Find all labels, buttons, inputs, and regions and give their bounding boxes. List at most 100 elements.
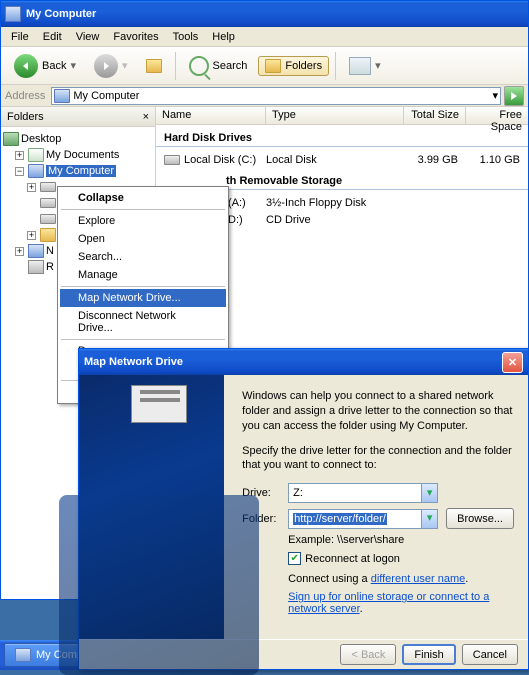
computer-icon bbox=[28, 164, 44, 178]
search-button[interactable]: Search bbox=[182, 53, 255, 79]
expand-icon[interactable]: + bbox=[15, 151, 24, 160]
folder-input[interactable]: http://server/folder/ bbox=[288, 509, 438, 529]
address-input[interactable]: My Computer ▾ bbox=[51, 87, 501, 105]
close-icon[interactable]: × bbox=[143, 111, 149, 123]
column-headers: Name Type Total Size Free Space bbox=[156, 107, 528, 125]
ctx-open[interactable]: Open bbox=[60, 230, 226, 248]
drive-select[interactable]: Z: bbox=[288, 483, 438, 503]
expand-icon[interactable]: + bbox=[15, 247, 24, 256]
separator bbox=[175, 52, 176, 80]
tree-mydocs[interactable]: +My Documents bbox=[15, 147, 153, 163]
reconnect-checkbox[interactable]: ✔ bbox=[288, 552, 301, 565]
menu-view[interactable]: View bbox=[69, 29, 107, 45]
collapse-icon[interactable]: − bbox=[15, 167, 24, 176]
menu-bar: File Edit View Favorites Tools Help bbox=[1, 27, 528, 47]
ctx-map-network-drive[interactable]: Map Network Drive... bbox=[60, 289, 226, 307]
signup-link[interactable]: Sign up for online storage or connect to… bbox=[288, 591, 489, 615]
forward-button[interactable]: ▾ bbox=[87, 51, 135, 81]
col-name[interactable]: Name bbox=[156, 107, 266, 124]
map-network-drive-dialog: Map Network Drive ✕ Windows can help you… bbox=[78, 348, 529, 670]
drive-icon bbox=[59, 495, 259, 675]
col-free[interactable]: Free Space bbox=[466, 107, 528, 124]
drive-value: Z: bbox=[293, 487, 303, 499]
different-user-link[interactable]: different user name bbox=[371, 573, 466, 585]
search-label: Search bbox=[213, 60, 248, 72]
drive-icon bbox=[164, 155, 180, 165]
toolbar: Back ▾ ▾ Search Folders ▾ bbox=[1, 47, 528, 85]
dialog-text: Windows can help you connect to a shared… bbox=[242, 389, 514, 434]
close-button[interactable]: ✕ bbox=[502, 352, 523, 373]
address-bar: Address My Computer ▾ bbox=[1, 85, 528, 107]
col-type[interactable]: Type bbox=[266, 107, 404, 124]
tree-mycomputer[interactable]: −My Computer bbox=[15, 163, 153, 179]
up-button[interactable] bbox=[139, 56, 169, 76]
recycle-icon bbox=[28, 260, 44, 274]
search-icon bbox=[189, 56, 209, 76]
folders-button[interactable]: Folders bbox=[258, 56, 329, 76]
list-item[interactable]: Local Disk (C:) Local Disk 3.99 GB 1.10 … bbox=[156, 151, 528, 168]
menu-file[interactable]: File bbox=[4, 29, 36, 45]
ctx-search[interactable]: Search... bbox=[60, 248, 226, 266]
go-button[interactable] bbox=[504, 86, 524, 106]
separator bbox=[61, 286, 225, 287]
menu-edit[interactable]: Edit bbox=[36, 29, 69, 45]
finish-button[interactable]: Finish bbox=[402, 644, 455, 665]
chevron-down-icon: ▾ bbox=[375, 59, 381, 72]
forward-icon bbox=[94, 54, 118, 78]
tree-desktop[interactable]: Desktop bbox=[3, 131, 153, 147]
desktop-icon bbox=[3, 132, 19, 146]
folders-label: Folders bbox=[285, 60, 322, 72]
titlebar[interactable]: My Computer bbox=[1, 1, 528, 27]
cancel-button[interactable]: Cancel bbox=[462, 644, 518, 665]
chevron-down-icon[interactable]: ▾ bbox=[492, 89, 498, 102]
menu-help[interactable]: Help bbox=[205, 29, 242, 45]
expand-icon[interactable]: + bbox=[27, 231, 36, 240]
documents-icon bbox=[28, 148, 44, 162]
folder-up-icon bbox=[146, 59, 162, 73]
computer-icon bbox=[5, 6, 21, 22]
chevron-down-icon bbox=[421, 484, 437, 502]
menu-tools[interactable]: Tools bbox=[166, 29, 206, 45]
folder-icon bbox=[265, 59, 281, 73]
address-value: My Computer bbox=[73, 90, 139, 102]
chevron-down-icon: ▾ bbox=[122, 59, 128, 72]
separator bbox=[335, 52, 336, 80]
drive-icon bbox=[40, 198, 56, 208]
menu-favorites[interactable]: Favorites bbox=[106, 29, 165, 45]
browse-button[interactable]: Browse... bbox=[446, 508, 514, 529]
network-icon bbox=[28, 244, 44, 258]
chevron-down-icon bbox=[421, 510, 437, 528]
window-title: My Computer bbox=[26, 8, 96, 20]
folder-icon bbox=[40, 228, 56, 242]
ctx-collapse[interactable]: Collapse bbox=[60, 189, 226, 207]
col-total[interactable]: Total Size bbox=[404, 107, 466, 124]
back-button[interactable]: Back ▾ bbox=[7, 51, 83, 81]
views-icon bbox=[349, 57, 371, 75]
ctx-manage[interactable]: Manage bbox=[60, 266, 226, 284]
dialog-banner bbox=[79, 375, 224, 639]
separator bbox=[61, 339, 225, 340]
back-button: < Back bbox=[340, 644, 396, 665]
dialog-title: Map Network Drive bbox=[84, 356, 183, 368]
dialog-text: Specify the drive letter for the connect… bbox=[242, 444, 514, 474]
computer-icon bbox=[54, 89, 70, 103]
drive-icon bbox=[40, 214, 56, 224]
ctx-explore[interactable]: Explore bbox=[60, 212, 226, 230]
expand-icon[interactable]: + bbox=[27, 183, 36, 192]
folder-value: http://server/folder/ bbox=[293, 513, 387, 525]
drive-icon bbox=[40, 182, 56, 192]
drive-icon bbox=[131, 385, 187, 423]
views-button[interactable]: ▾ bbox=[342, 54, 388, 78]
ctx-disconnect[interactable]: Disconnect Network Drive... bbox=[60, 307, 226, 337]
connect-text: Connect using a bbox=[288, 573, 371, 585]
separator bbox=[61, 209, 225, 210]
address-label: Address bbox=[5, 90, 45, 102]
computer-icon bbox=[15, 648, 31, 662]
example-text: Example: \\server\share bbox=[288, 534, 514, 546]
dialog-titlebar[interactable]: Map Network Drive ✕ bbox=[79, 349, 528, 375]
back-icon bbox=[14, 54, 38, 78]
reconnect-label: Reconnect at logon bbox=[305, 553, 400, 565]
chevron-down-icon: ▾ bbox=[70, 59, 76, 72]
folders-title: Folders bbox=[7, 111, 44, 123]
back-label: Back bbox=[42, 60, 66, 72]
